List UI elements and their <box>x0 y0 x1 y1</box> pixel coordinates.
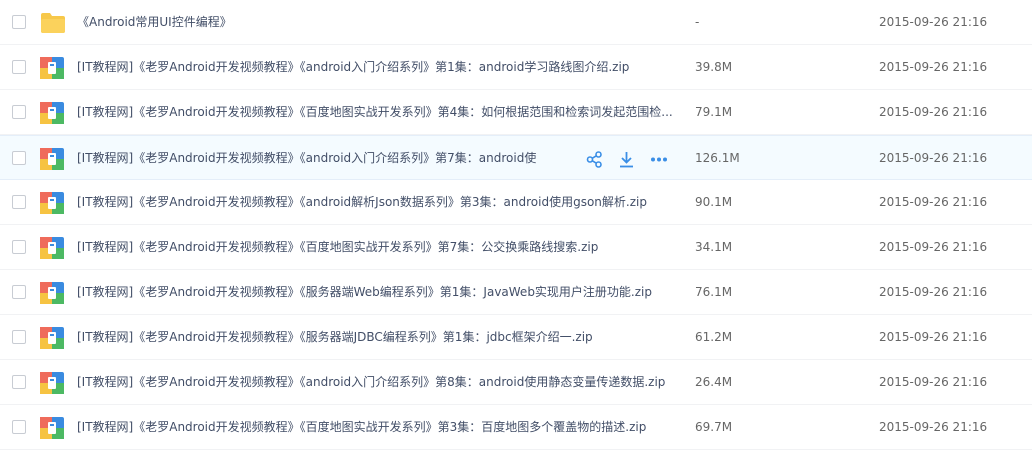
file-row[interactable]: 《Android常用UI控件编程》 - 2015-09-26 21:16 <box>0 0 1032 45</box>
more-icon[interactable] <box>649 150 668 169</box>
row-checkbox[interactable] <box>12 195 26 209</box>
row-checkbox[interactable] <box>12 285 26 299</box>
row-checkbox[interactable] <box>12 151 26 165</box>
file-list: 《Android常用UI控件编程》 - 2015-09-26 21:16 [IT… <box>0 0 1032 450</box>
file-size: - <box>695 15 700 29</box>
row-checkbox[interactable] <box>12 330 26 344</box>
file-name-link[interactable]: [IT教程网]《老罗Android开发视频教程》《android入门介绍系列》第… <box>77 45 629 90</box>
file-name-link[interactable]: 《Android常用UI控件编程》 <box>77 0 232 45</box>
row-checkbox[interactable] <box>12 105 26 119</box>
file-name-link[interactable]: [IT教程网]《老罗Android开发视频教程》《android入门介绍系列》第… <box>77 136 537 181</box>
file-name-link[interactable]: [IT教程网]《老罗Android开发视频教程》《百度地图实战开发系列》第7集：… <box>77 225 598 270</box>
file-row[interactable]: [IT教程网]《老罗Android开发视频教程》《android入门介绍系列》第… <box>0 360 1032 405</box>
file-name-link[interactable]: [IT教程网]《老罗Android开发视频教程》《服务器端Web编程系列》第1集… <box>77 270 652 315</box>
zip-file-icon <box>40 102 64 124</box>
share-icon[interactable] <box>585 150 604 169</box>
file-modified-time: 2015-09-26 21:16 <box>879 420 988 434</box>
file-row[interactable]: [IT教程网]《老罗Android开发视频教程》《服务器端Web编程系列》第1集… <box>0 270 1032 315</box>
zip-file-icon <box>40 282 64 304</box>
zip-file-icon <box>40 327 64 349</box>
file-modified-time: 2015-09-26 21:16 <box>879 105 988 119</box>
file-name-link[interactable]: [IT教程网]《老罗Android开发视频教程》《百度地图实战开发系列》第3集：… <box>77 405 646 450</box>
row-actions <box>585 149 668 169</box>
file-size: 90.1M <box>695 195 733 209</box>
row-checkbox[interactable] <box>12 60 26 74</box>
row-checkbox[interactable] <box>12 240 26 254</box>
file-size: 34.1M <box>695 240 733 254</box>
zip-file-icon <box>40 417 64 439</box>
file-row[interactable]: [IT教程网]《老罗Android开发视频教程》《百度地图实战开发系列》第3集：… <box>0 405 1032 450</box>
file-modified-time: 2015-09-26 21:16 <box>879 15 988 29</box>
zip-file-icon <box>40 372 64 394</box>
file-modified-time: 2015-09-26 21:16 <box>879 195 988 209</box>
file-row[interactable]: [IT教程网]《老罗Android开发视频教程》《百度地图实战开发系列》第7集：… <box>0 225 1032 270</box>
file-name-link[interactable]: [IT教程网]《老罗Android开发视频教程》《android入门介绍系列》第… <box>77 360 665 405</box>
file-name-link[interactable]: [IT教程网]《老罗Android开发视频教程》《服务器端JDBC编程系列》第1… <box>77 315 593 360</box>
file-row[interactable]: [IT教程网]《老罗Android开发视频教程》《android入门介绍系列》第… <box>0 45 1032 90</box>
file-modified-time: 2015-09-26 21:16 <box>879 151 988 165</box>
file-row[interactable]: [IT教程网]《老罗Android开发视频教程》《android入门介绍系列》第… <box>0 135 1032 180</box>
folder-icon <box>40 12 65 33</box>
row-checkbox[interactable] <box>12 420 26 434</box>
download-icon[interactable] <box>617 150 636 169</box>
file-row[interactable]: [IT教程网]《老罗Android开发视频教程》《百度地图实战开发系列》第4集：… <box>0 90 1032 135</box>
zip-file-icon <box>40 192 64 214</box>
file-modified-time: 2015-09-26 21:16 <box>879 240 988 254</box>
file-size: 26.4M <box>695 375 733 389</box>
file-size: 79.1M <box>695 105 733 119</box>
file-name-link[interactable]: [IT教程网]《老罗Android开发视频教程》《百度地图实战开发系列》第4集：… <box>77 90 673 135</box>
zip-file-icon <box>40 148 64 170</box>
zip-file-icon <box>40 57 64 79</box>
file-size: 126.1M <box>695 151 740 165</box>
file-size: 39.8M <box>695 60 733 74</box>
file-size: 61.2M <box>695 330 733 344</box>
file-modified-time: 2015-09-26 21:16 <box>879 375 988 389</box>
file-modified-time: 2015-09-26 21:16 <box>879 330 988 344</box>
file-modified-time: 2015-09-26 21:16 <box>879 285 988 299</box>
file-modified-time: 2015-09-26 21:16 <box>879 60 988 74</box>
file-row[interactable]: [IT教程网]《老罗Android开发视频教程》《服务器端JDBC编程系列》第1… <box>0 315 1032 360</box>
file-name-link[interactable]: [IT教程网]《老罗Android开发视频教程》《android解析Json数据… <box>77 180 647 225</box>
row-checkbox[interactable] <box>12 375 26 389</box>
row-checkbox[interactable] <box>12 15 26 29</box>
file-row[interactable]: [IT教程网]《老罗Android开发视频教程》《android解析Json数据… <box>0 180 1032 225</box>
file-size: 69.7M <box>695 420 733 434</box>
zip-file-icon <box>40 237 64 259</box>
file-size: 76.1M <box>695 285 733 299</box>
